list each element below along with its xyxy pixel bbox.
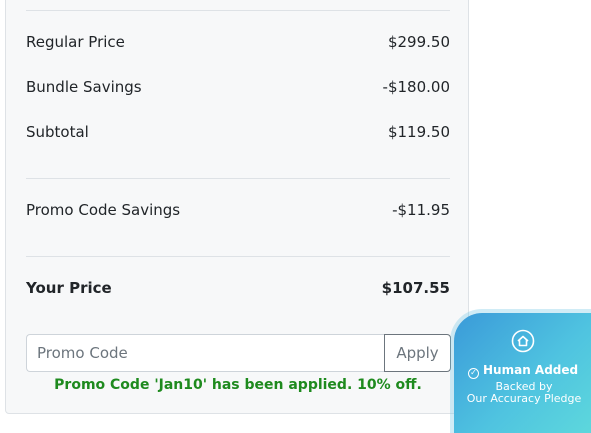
your-price-row: Your Price $107.55 bbox=[26, 277, 450, 299]
regular-price-label: Regular Price bbox=[26, 33, 125, 51]
promo-applied-message: Promo Code 'Jan10' has been applied. 10%… bbox=[54, 377, 422, 393]
price-summary-panel: Regular Price $299.50 Bundle Savings -$1… bbox=[5, 0, 469, 414]
subtotal-value: $119.50 bbox=[387, 123, 450, 141]
promo-code-input[interactable] bbox=[26, 334, 384, 372]
divider bbox=[26, 256, 450, 257]
badge-subtitle: Backed by Our Accuracy Pledge bbox=[454, 381, 591, 405]
promo-savings-value: -$11.95 bbox=[392, 201, 450, 219]
apply-button[interactable]: Apply bbox=[384, 334, 451, 372]
your-price-label: Your Price bbox=[26, 279, 112, 297]
check-circle-icon: ✓ bbox=[468, 368, 479, 379]
divider bbox=[26, 10, 450, 11]
bundle-savings-row: Bundle Savings -$180.00 bbox=[26, 76, 450, 98]
regular-price-row: Regular Price $299.50 bbox=[26, 31, 450, 53]
bundle-savings-label: Bundle Savings bbox=[26, 78, 142, 96]
regular-price-value: $299.50 bbox=[387, 33, 450, 51]
promo-savings-row: Promo Code Savings -$11.95 bbox=[26, 199, 450, 221]
divider bbox=[26, 178, 450, 179]
bundle-savings-value: -$180.00 bbox=[382, 78, 450, 96]
subtotal-row: Subtotal $119.50 bbox=[26, 121, 450, 143]
badge-title-text: Human Added bbox=[483, 363, 579, 377]
your-price-value: $107.55 bbox=[381, 279, 450, 297]
promo-savings-label: Promo Code Savings bbox=[26, 201, 181, 219]
subtotal-label: Subtotal bbox=[26, 123, 89, 141]
human-added-badge[interactable]: ✓ Human Added Backed by Our Accuracy Pled… bbox=[454, 313, 591, 433]
badge-subtitle-line2: Our Accuracy Pledge bbox=[466, 392, 582, 405]
house-icon bbox=[511, 329, 535, 353]
badge-title: ✓ Human Added bbox=[468, 362, 591, 379]
